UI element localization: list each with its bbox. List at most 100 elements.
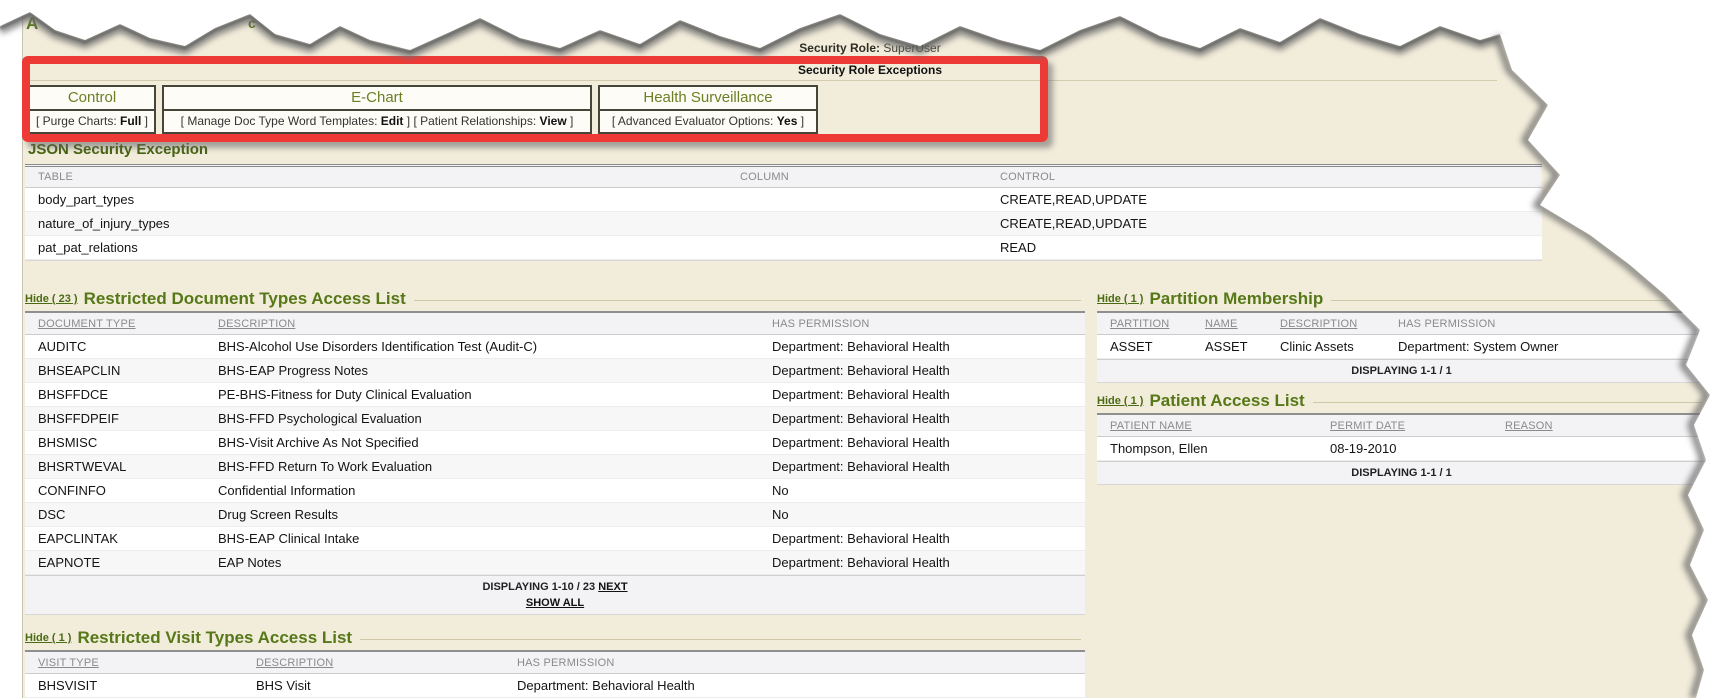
table-cell: BHS-EAP Clinical Intake (205, 531, 759, 546)
section-rule (360, 639, 1081, 640)
table-cell: BHSFFDPEIF (25, 411, 205, 426)
column-header-has-permission: HAS PERMISSION (1385, 318, 1706, 330)
section-rule (1331, 300, 1702, 301)
table-row: BHSFFDCEPE-BHS-Fitness for Duty Clinical… (25, 383, 1085, 407)
table-cell: Department: Behavioral Health (759, 531, 1085, 546)
column-header-visit-type[interactable]: VISIT TYPE (25, 657, 243, 669)
table-row: DSCDrug Screen ResultsNo (25, 503, 1085, 527)
table-cell: AUDITC (25, 339, 205, 354)
column-header-has-permission: HAS PERMISSION (759, 318, 1085, 330)
displaying-text: DISPLAYING 1-1 / 1 (1351, 365, 1451, 377)
table-body: BHSVISITBHS VisitDepartment: Behavioral … (25, 674, 1085, 698)
pagination: DISPLAYING 1-10 / 23 NEXT SHOW ALL (25, 575, 1085, 614)
column-header-partition[interactable]: PARTITION (1097, 318, 1192, 330)
section-header: Hide ( 1 ) Restricted Visit Types Access… (25, 626, 1085, 650)
column-header-description[interactable]: DESCRIPTION (1267, 318, 1385, 330)
table-cell: PE-BHS-Fitness for Duty Clinical Evaluat… (205, 387, 759, 402)
table-cell: BHS-FFD Return To Work Evaluation (205, 459, 759, 474)
column-header-permit-date[interactable]: PERMIT DATE (1317, 420, 1492, 432)
restricted-visit-types-section: Hide ( 1 ) Restricted Visit Types Access… (25, 626, 1085, 698)
table-cell: Clinic Assets (1267, 339, 1385, 354)
section-rule (414, 300, 1081, 301)
table-body: AUDITCBHS-Alcohol Use Disorders Identifi… (25, 335, 1085, 575)
table-cell: Department: Behavioral Health (759, 555, 1085, 570)
table-cell: DSC (25, 507, 205, 522)
table-row: pat_pat_relationsREAD (25, 236, 1542, 260)
table-body: ASSETASSETClinic AssetsDepartment: Syste… (1097, 335, 1706, 359)
hide-link[interactable]: Hide ( 1 ) (1097, 395, 1143, 407)
show-all-link[interactable]: SHOW ALL (526, 597, 584, 609)
table-row: ASSETASSETClinic AssetsDepartment: Syste… (1097, 335, 1706, 359)
section-title: Restricted Document Types Access List (84, 289, 406, 309)
section-header: Hide ( 1 ) Partition Membership (1097, 287, 1706, 311)
column-header-has-permission: HAS PERMISSION (504, 657, 1085, 669)
security-role-line: Security Role: SuperUser (25, 41, 1715, 55)
column-header-control: CONTROL (987, 171, 1542, 183)
table-cell: ASSET (1192, 339, 1267, 354)
table-cell: pat_pat_relations (25, 240, 727, 255)
table-cell: BHSFFDCE (25, 387, 205, 402)
table-header-row: PARTITION NAME DESCRIPTION HAS PERMISSIO… (1097, 311, 1706, 335)
table-row: BHSEAPCLINBHS-EAP Progress NotesDepartme… (25, 359, 1085, 383)
table-row: CONFINFOConfidential InformationNo (25, 479, 1085, 503)
table-cell: Confidential Information (205, 483, 759, 498)
hide-link[interactable]: Hide ( 1 ) (25, 632, 71, 644)
column-header-document-type[interactable]: DOCUMENT TYPE (25, 318, 205, 330)
section-header: Hide ( 1 ) Patient Access List (1097, 389, 1706, 413)
displaying-text: DISPLAYING 1-1 / 1 (1351, 467, 1451, 479)
column-header-reason[interactable]: REASON (1492, 420, 1706, 432)
displaying-text: DISPLAYING 1-10 / 23 (482, 581, 595, 593)
column-header-column: COLUMN (727, 171, 987, 183)
section-title: Partition Membership (1149, 289, 1323, 309)
table-cell: BHSMISC (25, 435, 205, 450)
column-header-patient-name[interactable]: PATIENT NAME (1097, 420, 1317, 432)
restricted-document-types-section: Hide ( 23 ) Restricted Document Types Ac… (25, 287, 1085, 615)
table-cell: No (759, 507, 1085, 522)
table-cell: EAPCLINTAK (25, 531, 205, 546)
table-row: BHSFFDPEIFBHS-FFD Psychological Evaluati… (25, 407, 1085, 431)
table-cell: Thompson, Ellen (1097, 441, 1317, 456)
table-cell: CREATE,READ,UPDATE (987, 216, 1542, 231)
table-row: body_part_typesCREATE,READ,UPDATE (25, 188, 1542, 212)
partition-membership-section: Hide ( 1 ) Partition Membership PARTITIO… (1097, 287, 1706, 383)
table-cell: CREATE,READ,UPDATE (987, 192, 1542, 207)
section-title: Patient Access List (1149, 391, 1304, 411)
table-cell: Department: Behavioral Health (759, 363, 1085, 378)
table-cell: EAPNOTE (25, 555, 205, 570)
section-rule (1313, 402, 1702, 403)
annotation-highlight-box (22, 56, 1048, 142)
table-cell: EAP Notes (205, 555, 759, 570)
table-cell: Department: System Owner (1385, 339, 1706, 354)
table-body: body_part_typesCREATE,READ,UPDATEnature_… (25, 188, 1542, 260)
table-header-row: PATIENT NAME PERMIT DATE REASON (1097, 413, 1706, 437)
table-cell: BHS-EAP Progress Notes (205, 363, 759, 378)
table-cell: Department: Behavioral Health (504, 678, 1085, 693)
table-cell: Department: Behavioral Health (759, 339, 1085, 354)
security-role-label: Security Role: (799, 41, 880, 55)
screenshot-canvas: A c Security Role: SuperUser Security Ro… (0, 0, 1731, 698)
json-security-exception-title: JSON Security Exception (28, 141, 208, 158)
table-cell: BHS-FFD Psychological Evaluation (205, 411, 759, 426)
table-cell: ASSET (1097, 339, 1192, 354)
hide-link[interactable]: Hide ( 1 ) (1097, 293, 1143, 305)
cutoff-heading-fragment: c (248, 15, 256, 31)
column-header-name[interactable]: NAME (1192, 318, 1267, 330)
column-header-table: TABLE (25, 171, 727, 183)
security-role-value: SuperUser (883, 41, 940, 55)
table-row: EAPCLINTAKBHS-EAP Clinical IntakeDepartm… (25, 527, 1085, 551)
table-header-row: TABLE COLUMN CONTROL (25, 164, 1542, 188)
table-cell: BHS-Visit Archive As Not Specified (205, 435, 759, 450)
pagination: DISPLAYING 1-1 / 1 (1097, 461, 1706, 484)
restricted-visit-types-table: VISIT TYPE DESCRIPTION HAS PERMISSION BH… (25, 650, 1085, 698)
column-header-description[interactable]: DESCRIPTION (243, 657, 504, 669)
json-security-exception-section: TABLE COLUMN CONTROL body_part_typesCREA… (25, 164, 1542, 261)
patient-access-list-table: PATIENT NAME PERMIT DATE REASON Thompson… (1097, 413, 1706, 485)
next-link[interactable]: NEXT (598, 581, 627, 593)
table-header-row: VISIT TYPE DESCRIPTION HAS PERMISSION (25, 650, 1085, 674)
column-header-description[interactable]: DESCRIPTION (205, 318, 759, 330)
table-body: Thompson, Ellen08-19-2010 (1097, 437, 1706, 461)
table-cell: BHSVISIT (25, 678, 243, 693)
restricted-document-types-table: DOCUMENT TYPE DESCRIPTION HAS PERMISSION… (25, 311, 1085, 615)
partition-membership-table: PARTITION NAME DESCRIPTION HAS PERMISSIO… (1097, 311, 1706, 383)
hide-link[interactable]: Hide ( 23 ) (25, 293, 78, 305)
